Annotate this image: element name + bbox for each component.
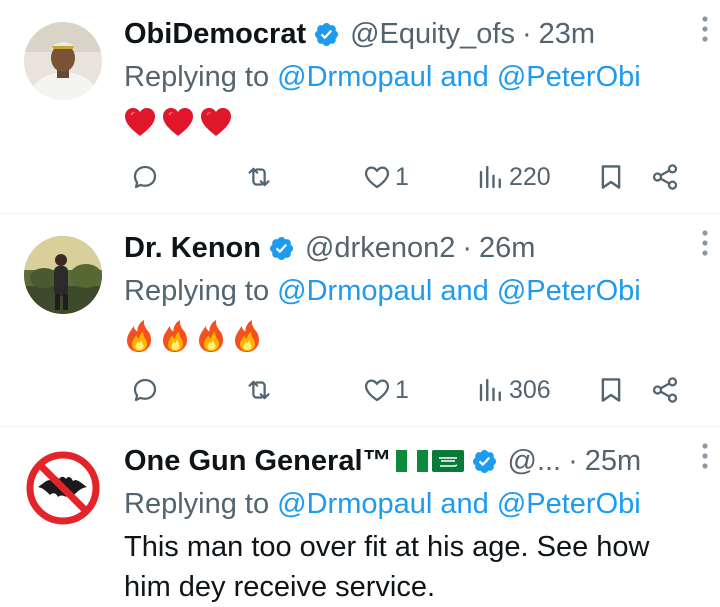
tweet-text: This man too over fit at his age. See ho… [124,527,700,607]
action-bar: 1 220 [124,159,700,195]
like-count: 1 [395,375,409,404]
tweet-reply[interactable]: One Gun General™ @... · 25m Replying to … [0,427,720,607]
reply-button[interactable] [130,159,160,195]
mention-link[interactable]: @Drmopaul [277,275,432,307]
user-handle[interactable]: @Equity_ofs [350,12,515,56]
verified-badge-icon [471,448,498,475]
views-button[interactable]: 220 [476,159,551,195]
view-count: 220 [509,162,551,191]
share-icon [650,375,680,405]
avatar[interactable] [24,236,102,314]
bookmark-icon [596,375,626,405]
mention-link[interactable]: @Drmopaul [277,488,432,520]
replying-to-label: Replying to [124,275,278,307]
retweet-icon [244,162,274,192]
display-name[interactable]: ObiDemocrat [124,12,306,56]
mention-conjunction: and [432,488,497,520]
timestamp[interactable]: 25m [585,439,641,483]
replying-to: Replying to @Drmopaul and @PeterObi [124,483,700,525]
nigeria-flag-icon [395,450,428,472]
tweet-text-line: him dey receive service. [124,571,436,603]
tweet-feed: ObiDemocrat @Equity_ofs · 23m Replying t… [0,0,720,607]
tweet-reply[interactable]: ObiDemocrat @Equity_ofs · 23m Replying t… [0,0,720,214]
more-icon[interactable] [696,441,714,471]
mention-link[interactable]: @Drmopaul [277,61,432,93]
timestamp[interactable]: 26m [479,226,535,270]
share-icon [650,162,680,192]
like-button[interactable]: 1 [362,159,409,195]
replying-to: Replying to @Drmopaul and @PeterObi [124,56,700,98]
display-name[interactable]: One Gun General™ [124,439,392,483]
reply-button[interactable] [130,372,160,408]
replying-to-label: Replying to [124,61,278,93]
bookmark-icon [596,162,626,192]
separator-dot: · [462,232,473,264]
mention-link[interactable]: @PeterObi [497,488,641,520]
verified-badge-icon [313,21,340,48]
tweet-reply[interactable]: Dr. Kenon @drkenon2 · 26m Replying to @D… [0,214,720,427]
share-button[interactable] [650,372,680,408]
fire-emoji [160,319,190,353]
fire-emoji [232,319,262,353]
tweet-text [124,316,700,356]
mention-conjunction: and [432,275,497,307]
share-button[interactable] [650,159,680,195]
retweet-button[interactable] [244,159,274,195]
verified-badge-icon [268,235,295,262]
like-button[interactable]: 1 [362,372,409,408]
red-heart-emoji [124,107,156,137]
mention-link[interactable]: @PeterObi [497,275,641,307]
views-icon [476,162,506,192]
replying-to: Replying to @Drmopaul and @PeterObi [124,270,700,312]
fire-emoji [196,319,226,353]
avatar[interactable] [24,22,102,100]
action-bar: 1 306 [124,372,700,408]
red-heart-emoji [162,107,194,137]
view-count: 306 [509,375,551,404]
mention-link[interactable]: @PeterObi [497,61,641,93]
mention-conjunction: and [432,61,497,93]
user-handle[interactable]: @... [508,439,562,483]
retweet-icon [244,375,274,405]
replying-to-label: Replying to [124,488,278,520]
separator-dot: · [521,18,532,50]
tweet-header: One Gun General™ @... · 25m [124,439,700,483]
reply-icon [130,375,160,405]
like-count: 1 [395,162,409,191]
views-button[interactable]: 306 [476,372,551,408]
separator-dot: · [568,445,578,477]
like-icon [362,375,392,405]
bookmark-button[interactable] [596,159,626,195]
like-icon [362,162,392,192]
retweet-button[interactable] [244,372,274,408]
more-icon[interactable] [696,228,714,258]
tweet-header: Dr. Kenon @drkenon2 · 26m [124,226,700,270]
fire-emoji [124,319,154,353]
saudi-arabia-flag-icon [431,450,464,472]
display-name[interactable]: Dr. Kenon [124,226,261,270]
user-handle[interactable]: @drkenon2 [305,226,455,270]
red-heart-emoji [200,107,232,137]
tweet-text [124,102,700,142]
avatar[interactable] [24,449,102,527]
tweet-header: ObiDemocrat @Equity_ofs · 23m [124,12,700,56]
bookmark-button[interactable] [596,372,626,408]
views-icon [476,375,506,405]
timestamp[interactable]: 23m [539,12,595,56]
tweet-text-line: This man too over fit at his age. See ho… [124,531,650,563]
more-icon[interactable] [696,14,714,44]
reply-icon [130,162,160,192]
